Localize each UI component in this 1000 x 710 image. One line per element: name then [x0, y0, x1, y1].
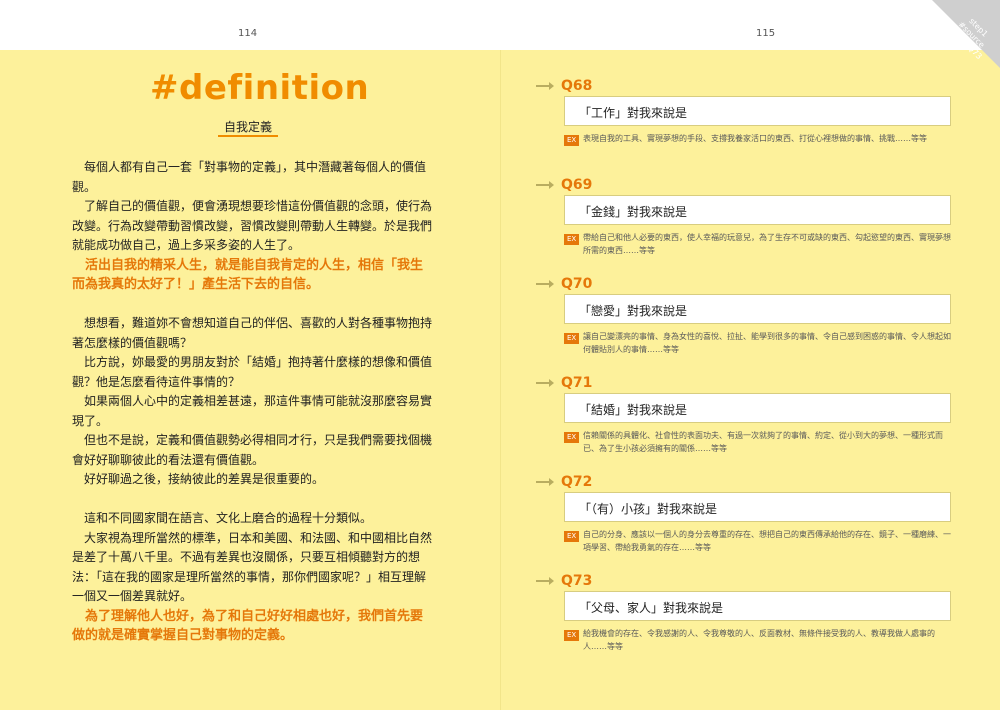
question-number: Q68	[561, 78, 593, 94]
question-prompt: 「戀愛」對我來說是	[579, 304, 688, 318]
question-number: Q70	[561, 276, 593, 292]
answer-box[interactable]: 「結婚」對我來說是	[564, 393, 951, 423]
subtitle-underline	[218, 135, 278, 137]
page-title: #definition	[150, 68, 370, 108]
paragraph: 每個人都有自己一套「對事物的定義」，其中潛藏著每個人的價值觀。	[72, 160, 427, 194]
page-gutter	[500, 50, 501, 710]
question-number: Q71	[561, 375, 593, 391]
answer-box[interactable]: 「（有）小孩」對我來說是	[564, 492, 951, 522]
question-prompt: 「（有）小孩」對我來說是	[579, 502, 718, 516]
top-bar	[0, 0, 1000, 50]
question-q73: Q73 「父母、家人」對我來說是 EX 給我機會的存在、令我感謝的人、令我尊敬的…	[536, 573, 966, 671]
question-prompt: 「結婚」對我來說是	[579, 403, 688, 417]
paragraph: 想想看，難道妳不會想知道自己的伴侶、喜歡的人對各種事物抱持著怎麼樣的價值觀嗎？	[72, 316, 433, 350]
paragraph: 了解自己的價值觀，便會湧現想要珍惜這份價值觀的念頭，使行為改變。行為改變帶動習慣…	[72, 199, 433, 252]
example-text: 自己的分身、應該以一個人的身分去尊重的存在、想把自己的東西傳承給他的存在、鏡子、…	[583, 530, 951, 552]
question-q72: Q72 「（有）小孩」對我來說是 EX 自己的分身、應該以一個人的身分去尊重的存…	[536, 474, 966, 572]
question-prompt: 「父母、家人」對我來說是	[579, 601, 724, 615]
question-number: Q73	[561, 573, 593, 589]
ex-badge: EX	[564, 135, 580, 146]
highlight-text: 為了理解他人也好，為了和自己好好相處也好，我們首先要做的就是確實掌握自己對事物的…	[72, 608, 424, 644]
ex-badge: EX	[564, 531, 580, 542]
answer-box[interactable]: 「父母、家人」對我來說是	[564, 591, 951, 621]
ex-badge: EX	[564, 333, 580, 344]
question-number: Q69	[561, 177, 593, 193]
example-text: 讓自己變漂亮的事情、身為女性的喜悅、拉扯、能學到很多的事情、令自己感到困惑的事情…	[583, 332, 951, 354]
answer-box[interactable]: 「戀愛」對我來說是	[564, 294, 951, 324]
answer-box[interactable]: 「工作」對我來說是	[564, 96, 951, 126]
highlight-text: 活出自我的精采人生，就是能自我肯定的人生，相信「我生而為我真的太好了！」產生活下…	[72, 257, 424, 293]
question-q71: Q71 「結婚」對我來說是 EX 信賴關係的具體化、社會性的表面功夫、有過一次就…	[536, 375, 966, 473]
arrow-icon	[536, 82, 554, 90]
paragraph: 但也不是說，定義和價值觀勢必得相同才行，只是我們需要找個機會好好聊聊彼此的看法還…	[72, 433, 433, 467]
arrow-icon	[536, 577, 554, 585]
corner-tab: step1 #source Q68 — Q73	[932, 0, 1000, 68]
ex-badge: EX	[564, 432, 580, 443]
question-q68: Q68 「工作」對我來說是 EX 表現自我的工具、實現夢想的手段、支撐我養家活口…	[536, 78, 966, 176]
paragraph: 這和不同國家間在語言、文化上磨合的過程十分類似。	[84, 511, 373, 525]
arrow-icon	[536, 181, 554, 189]
question-prompt: 「金錢」對我來說是	[579, 205, 688, 219]
example-text: 給我機會的存在、令我感謝的人、令我尊敬的人、反面教材、無條件接受我的人、教導我做…	[583, 629, 935, 651]
question-q69: Q69 「金錢」對我來說是 EX 帶給自己和他人必要的東西，使人幸福的玩意兒，為…	[536, 177, 966, 275]
paragraph: 比方說，妳最愛的男朋友對於「結婚」抱持著什麼樣的想像和價值觀？他是怎麼看待這件事…	[72, 355, 433, 389]
paragraph: 大家視為理所當然的標準，日本和美國、和法國、和中國相比自然是差了十萬八千里。不過…	[72, 530, 433, 604]
question-q70: Q70 「戀愛」對我來說是 EX 讓自己變漂亮的事情、身為女性的喜悅、拉扯、能學…	[536, 276, 966, 374]
arrow-icon	[536, 478, 554, 486]
answer-box[interactable]: 「金錢」對我來說是	[564, 195, 951, 225]
body-text: 每個人都有自己一套「對事物的定義」，其中潛藏著每個人的價值觀。 了解自己的價值觀…	[72, 158, 432, 646]
arrow-icon	[536, 379, 554, 387]
example-text: 表現自我的工具、實現夢想的手段、支撐我養家活口的東西、打從心裡想做的事情、挑戰……	[583, 134, 927, 143]
paragraph: 好好聊過之後，接納彼此的差異是很重要的。	[84, 472, 325, 486]
arrow-icon	[536, 280, 554, 288]
ex-badge: EX	[564, 630, 580, 641]
question-number: Q72	[561, 474, 593, 490]
example-text: 帶給自己和他人必要的東西，使人幸福的玩意兒，為了生存不可或缺的東西、勾起慾望的東…	[583, 233, 951, 255]
page-number-left: 114	[238, 28, 258, 39]
example-text: 信賴關係的具體化、社會性的表面功夫、有過一次就夠了的事情、約定、從小到大的夢想、…	[583, 431, 943, 453]
page-subtitle: 自我定義	[223, 120, 272, 134]
page-number-right: 115	[756, 28, 776, 39]
paragraph: 如果兩個人心中的定義相差甚遠，那這件事情可能就沒那麼容易實現了。	[72, 394, 433, 428]
ex-badge: EX	[564, 234, 580, 245]
question-prompt: 「工作」對我來說是	[579, 106, 688, 120]
